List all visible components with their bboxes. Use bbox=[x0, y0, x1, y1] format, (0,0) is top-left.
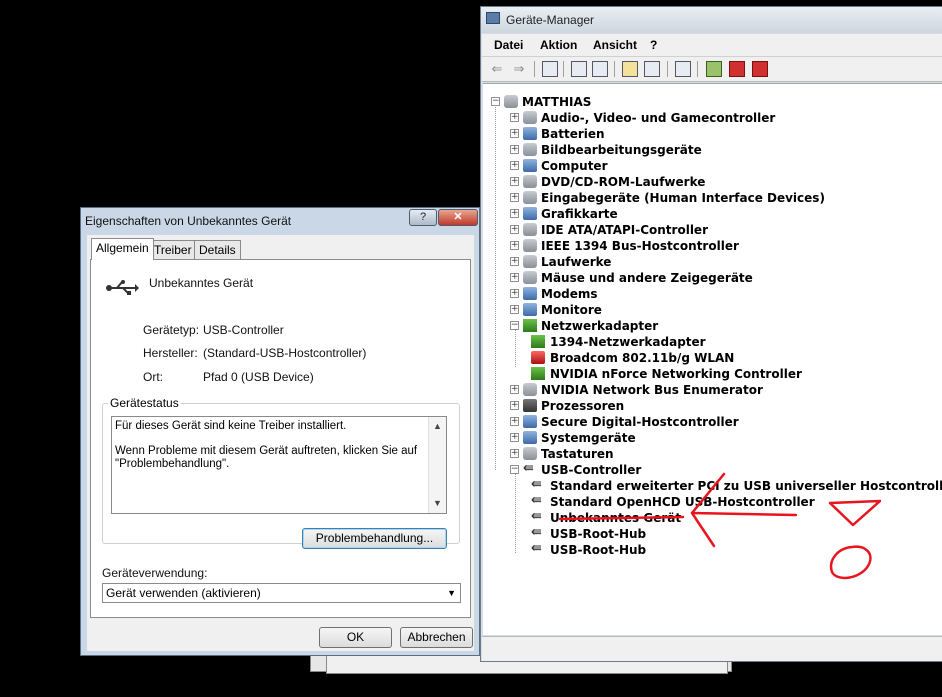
red-annotation-overlay bbox=[558, 472, 882, 580]
tab-allgemein[interactable]: Allgemein bbox=[91, 238, 154, 260]
annotation-arrow bbox=[690, 472, 798, 548]
annotation-underline bbox=[558, 515, 685, 521]
annotation-circle bbox=[829, 545, 872, 580]
annotation-triangle bbox=[828, 499, 882, 527]
